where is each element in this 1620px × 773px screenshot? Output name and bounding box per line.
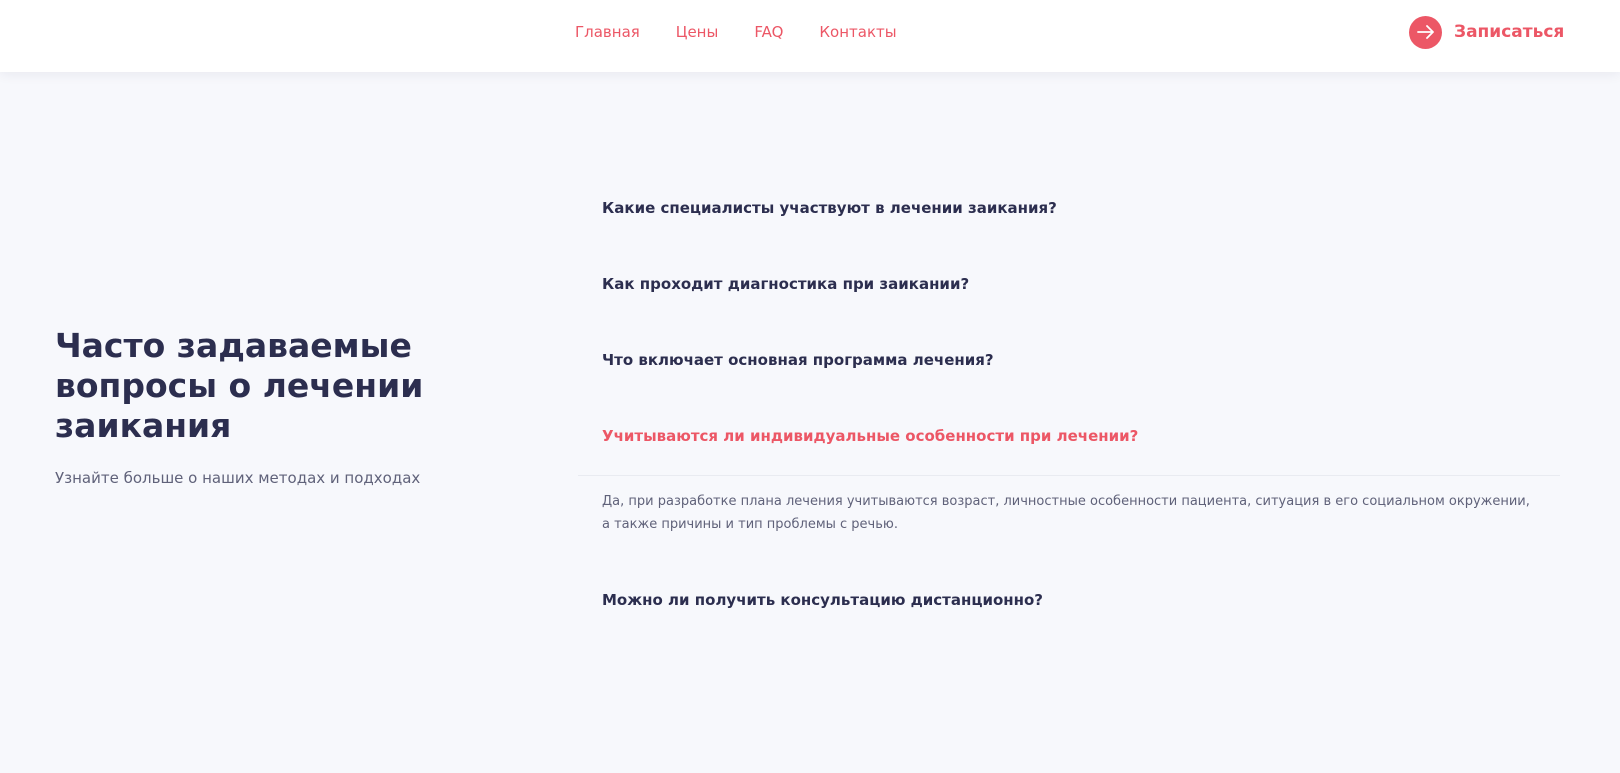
- nav-link-home[interactable]: Главная: [575, 23, 640, 41]
- nav-link-faq[interactable]: FAQ: [754, 23, 783, 41]
- faq-divider: [578, 475, 1560, 476]
- faq-question-remote[interactable]: Можно ли получить консультацию дистанцио…: [602, 590, 1542, 610]
- page-title: Часто задаваемые вопросы о лечении заика…: [55, 326, 424, 445]
- faq-question-individual[interactable]: Учитываются ли индивидуальные особенност…: [602, 426, 1542, 446]
- faq-answer-individual: Да, при разработке плана лечения учитыва…: [602, 494, 1530, 532]
- signup-button-label: Записаться: [1454, 22, 1565, 42]
- signup-button[interactable]: Записаться: [1409, 15, 1564, 49]
- faq-question-diagnostics[interactable]: Как проходит диагностика при заикании?: [602, 274, 1542, 294]
- main-nav: Главная Цены FAQ Контакты: [575, 0, 897, 64]
- faq-intro: Часто задаваемые вопросы о лечении заика…: [55, 326, 475, 488]
- nav-link-prices[interactable]: Цены: [676, 23, 719, 41]
- nav-link-contacts[interactable]: Контакты: [819, 23, 896, 41]
- faq-question-program[interactable]: Что включает основная программа лечения?: [602, 350, 1542, 370]
- arrow-right-icon: [1409, 15, 1442, 49]
- page-subtitle: Узнайте больше о наших методах и подхода…: [55, 469, 421, 487]
- site-header: Главная Цены FAQ Контакты Записаться: [0, 0, 1620, 72]
- faq-question-specialists[interactable]: Какие специалисты участвуют в лечении за…: [602, 198, 1542, 218]
